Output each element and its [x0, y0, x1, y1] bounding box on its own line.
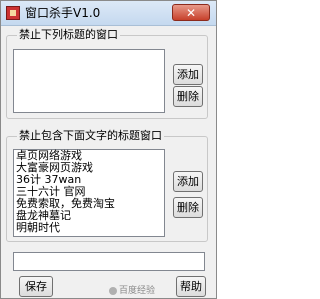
keyword-input[interactable]	[13, 252, 205, 271]
help-button[interactable]: 帮助	[176, 276, 206, 297]
keyword-block-group-label: 禁止包含下面文字的标题窗口	[17, 129, 164, 143]
keyword-block-list[interactable]: 卓页网络游戏 大富豪网页游戏 36计 37wan 三十六计 官网 免费索取，免费…	[13, 149, 165, 237]
add-title-button[interactable]: 添加	[173, 64, 203, 85]
add-keyword-button[interactable]: 添加	[173, 171, 203, 192]
title-bar[interactable]: 窗口杀手V1.0 ✕	[1, 1, 216, 26]
delete-title-button[interactable]: 删除	[173, 86, 203, 107]
watermark: 百度经验	[109, 283, 155, 296]
watermark-text: 百度经验	[119, 286, 156, 296]
window-title: 窗口杀手V1.0	[25, 6, 101, 20]
close-button[interactable]: ✕	[172, 4, 210, 21]
save-button[interactable]: 保存	[19, 276, 53, 297]
list-item[interactable]: 明朝时代	[14, 222, 164, 234]
watermark-icon	[109, 286, 117, 295]
app-icon	[6, 6, 20, 20]
app-window: 窗口杀手V1.0 ✕ 禁止下列标题的窗口 添加 删除 禁止包含下面文字的标题窗口…	[0, 0, 217, 299]
title-block-group-label: 禁止下列标题的窗口	[17, 28, 120, 42]
title-block-list[interactable]	[13, 49, 165, 113]
delete-keyword-button[interactable]: 删除	[173, 197, 203, 218]
